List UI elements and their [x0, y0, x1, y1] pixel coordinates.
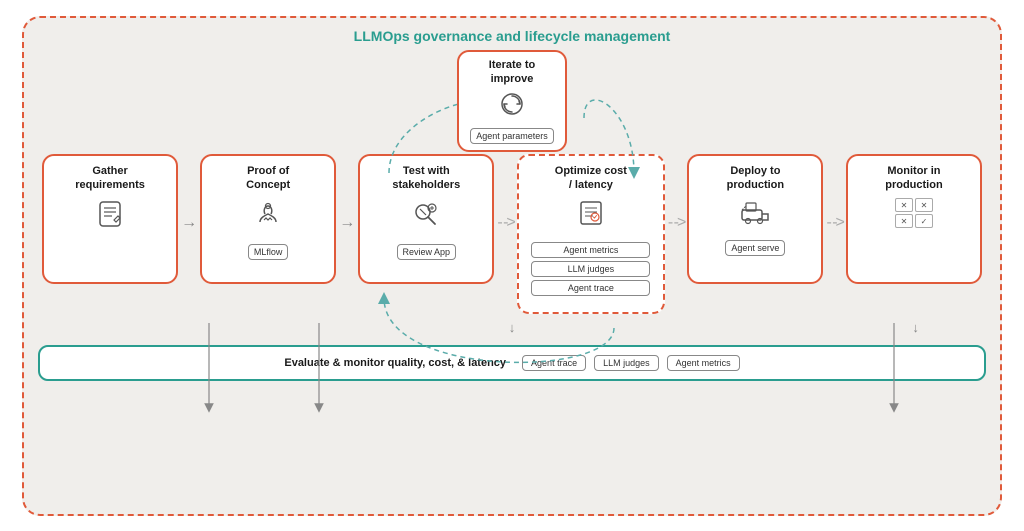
arrow-3: - ->: [497, 154, 513, 232]
opt-tag-judges: LLM judges: [531, 261, 650, 277]
arrow-5: - ->: [826, 154, 842, 232]
test-tag-reviewapp: Review App: [397, 244, 457, 260]
monitor-icon: ✕ ✕ ✕ ✓: [895, 198, 933, 232]
iterate-tag: Agent parameters: [470, 128, 554, 144]
diagram-title: LLMOps governance and lifecycle manageme…: [38, 28, 986, 44]
down-arrow-test: [260, 320, 361, 335]
stage-test: Test withstakeholders Review App: [358, 154, 494, 284]
poc-title: Proof ofConcept: [246, 164, 290, 193]
down-arrow-optimize: ↓: [462, 320, 563, 335]
test-title: Test withstakeholders: [392, 164, 460, 193]
deploy-icon: [739, 198, 771, 233]
grid-cell-4: ✓: [915, 214, 933, 228]
iterate-icon: [498, 90, 526, 124]
opt-tag-metrics: Agent metrics: [531, 242, 650, 258]
down-arrow-monitor: ↓: [865, 320, 966, 335]
optimize-icon: [576, 198, 606, 235]
eval-tag-judges: LLM judges: [594, 355, 659, 371]
down-arrows-row: ↓ ↓: [38, 320, 986, 335]
optimize-title: Optimize cost/ latency: [555, 164, 627, 193]
gather-icon: [94, 198, 126, 237]
deploy-title: Deploy toproduction: [727, 164, 784, 193]
outer-container: LLMOps governance and lifecycle manageme…: [22, 16, 1002, 516]
stage-optimize: Optimize cost/ latency Agent metrics LLM…: [517, 154, 665, 314]
evaluate-title: Evaluate & monitor quality, cost, & late…: [284, 357, 506, 369]
grid-cell-1: ✕: [895, 198, 913, 212]
arrow-1: →: [181, 154, 197, 232]
stage-deploy: Deploy toproduction Agent serve: [687, 154, 823, 284]
stage-poc: Proof ofConcept MLflow: [200, 154, 336, 284]
poc-tag-mlflow: MLflow: [248, 244, 289, 260]
test-icon: [410, 198, 442, 237]
iterate-title: Iterate to improve: [469, 58, 555, 87]
iterate-box: Iterate to improve Agent parameters: [457, 50, 567, 153]
stage-monitor: Monitor inproduction ✕ ✕ ✕ ✓: [846, 154, 982, 284]
grid-cell-2: ✕: [915, 198, 933, 212]
stage-gather: Gatherrequirements: [42, 154, 178, 284]
grid-cell-3: ✕: [895, 214, 913, 228]
eval-tag-metrics: Agent metrics: [667, 355, 740, 371]
down-arrow-poc: [159, 320, 260, 335]
eval-tag-trace: Agent trace: [522, 355, 586, 371]
monitor-title: Monitor inproduction: [885, 164, 942, 193]
iterate-wrapper: Iterate to improve Agent parameters: [457, 50, 567, 153]
gather-title: Gatherrequirements: [75, 164, 145, 193]
evaluate-bar: Evaluate & monitor quality, cost, & late…: [38, 345, 986, 381]
opt-tag-trace: Agent trace: [531, 280, 650, 296]
arrow-4: - ->: [668, 154, 684, 232]
arrow-2: →: [339, 154, 355, 232]
poc-icon: [252, 198, 284, 237]
deploy-tag-serve: Agent serve: [725, 240, 785, 256]
